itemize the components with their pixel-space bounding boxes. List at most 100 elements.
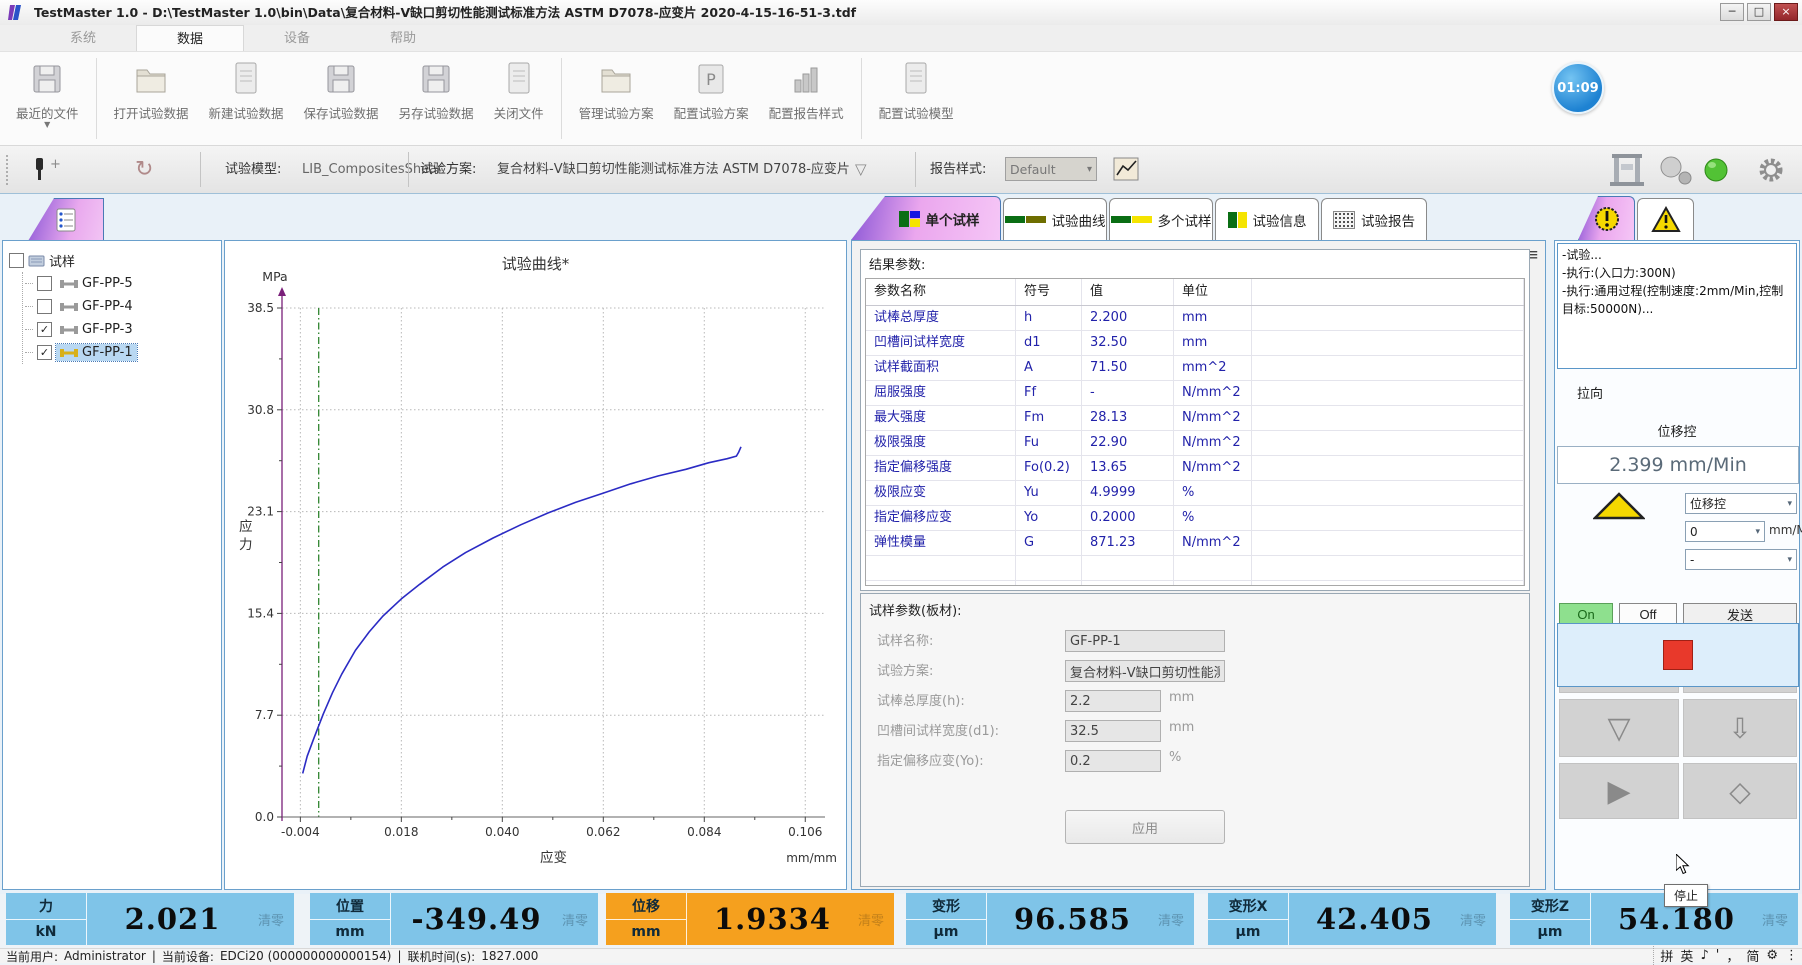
channel-name: 变形Z <box>1510 893 1590 920</box>
ime-settings-icon[interactable]: ⚙ <box>1766 948 1778 963</box>
filter-icon[interactable]: ▽ <box>855 146 867 193</box>
width-field[interactable] <box>1065 720 1161 742</box>
configure-scheme-button[interactable]: 配置试验方案 <box>664 52 759 145</box>
channel-unit: μm <box>906 920 986 946</box>
result-params-table[interactable]: 参数名称 符号 值 单位 试棒总厚度h2.200mm 凹槽间试样宽度d132.5… <box>865 278 1525 586</box>
clear-button[interactable]: 清零 <box>858 893 894 945</box>
close-button[interactable]: × <box>1774 3 1798 21</box>
checkbox[interactable] <box>37 345 52 360</box>
refresh-icon[interactable]: ↻ <box>135 146 153 193</box>
clear-button[interactable]: 清零 <box>258 893 294 945</box>
table-header-row: 参数名称 符号 值 单位 <box>866 279 1524 306</box>
maximize-button[interactable]: □ <box>1747 3 1771 21</box>
open-data-button[interactable]: 打开试验数据 <box>104 52 199 145</box>
settings-gear-icon[interactable] <box>1756 155 1786 185</box>
ime-quote-icon[interactable]: ' <box>1716 948 1720 963</box>
checkbox[interactable] <box>37 322 52 337</box>
tab-label: 单个试样 <box>926 209 980 229</box>
tab-test-curve[interactable]: 试验曲线 <box>1003 198 1107 240</box>
clear-button[interactable]: 清零 <box>1158 893 1194 945</box>
ime-more-icon[interactable]: ⋮ <box>1785 948 1798 963</box>
manage-scheme-button[interactable]: 管理试验方案 <box>569 52 664 145</box>
run-button[interactable]: ▶ <box>1559 763 1679 819</box>
sample-scheme-field[interactable] <box>1065 660 1225 682</box>
table-row[interactable]: 弹性模量G871.23N/mm^2 <box>866 531 1524 556</box>
ime-simplified-icon[interactable]: 简 <box>1746 946 1759 965</box>
stop-tooltip: 停止 <box>1664 884 1708 907</box>
table-row[interactable]: 凹槽间试样宽度d132.50mm <box>866 331 1524 356</box>
tab-test-report[interactable]: 试验报告 <box>1321 198 1427 240</box>
table-row[interactable]: 极限强度Fu22.90N/mm^2 <box>866 431 1524 456</box>
ime-sound-icon[interactable]: ♪ <box>1700 948 1708 963</box>
tab-warnings[interactable] <box>1637 198 1694 240</box>
report-preview-icon[interactable] <box>1112 156 1142 183</box>
menu-data[interactable]: 数据 <box>136 25 244 51</box>
ribbon-separator <box>561 58 562 139</box>
configure-model-button[interactable]: 配置试验模型 <box>869 52 964 145</box>
table-row[interactable]: 试棒总厚度h2.200mm <box>866 306 1524 331</box>
direction-label: 拉向 <box>1577 383 1603 402</box>
menu-system[interactable]: 系统 <box>30 25 136 51</box>
window-controls: ─ □ × <box>1720 3 1798 21</box>
clear-button[interactable]: 清零 <box>562 893 598 945</box>
tree-item-gf-pp-1[interactable]: GF-PP-1 <box>25 341 217 364</box>
thickness-field[interactable] <box>1065 690 1161 712</box>
channel-name: 位移 <box>606 893 686 920</box>
table-row[interactable]: 指定偏移强度Fo(0.2)13.65N/mm^2 <box>866 456 1524 481</box>
connect-sensor-icon[interactable]: + <box>30 156 70 184</box>
clear-button[interactable]: 清零 <box>1762 893 1798 945</box>
ime-pinyin-icon[interactable]: 拼 <box>1660 946 1673 965</box>
close-file-button[interactable]: 关闭文件 <box>484 52 554 145</box>
save-as-button[interactable]: 另存试验数据 <box>389 52 484 145</box>
tree-root-row[interactable]: 试样 <box>9 249 217 272</box>
configure-report-style-label: 配置报告样式 <box>769 103 844 122</box>
jog-fast-down-button[interactable]: ▽ <box>1559 699 1679 757</box>
channel-value: 1.9334 <box>687 893 858 945</box>
ime-english-icon[interactable]: 英 <box>1680 946 1693 965</box>
tree-item-gf-pp-5[interactable]: GF-PP-5 <box>25 272 217 295</box>
recent-files-button[interactable]: 最近的文件 ▼ <box>6 52 89 145</box>
target-value-select[interactable]: 0 ▾ <box>1685 521 1765 542</box>
minimize-button[interactable]: ─ <box>1720 3 1744 21</box>
apply-button[interactable]: 应用 <box>1065 810 1225 844</box>
ime-punct-icon[interactable]: ， <box>1726 946 1739 965</box>
channel-unit: mm <box>310 920 390 946</box>
tab-test-info[interactable]: 试验信息 <box>1215 198 1319 240</box>
tab-multi-specimen[interactable]: 多个试样 <box>1109 198 1213 240</box>
new-data-button[interactable]: 新建试验数据 <box>199 52 294 145</box>
menu-help[interactable]: 帮助 <box>350 25 456 51</box>
menu-device[interactable]: 设备 <box>244 25 350 51</box>
save-as-label: 另存试验数据 <box>399 103 474 122</box>
scheme-value: 复合材料-V缺口剪切性能测试标准方法 ASTM D7078-应变片 <box>497 146 850 193</box>
save-data-button[interactable]: 保存试验数据 <box>294 52 389 145</box>
sample-name-field[interactable] <box>1065 630 1225 652</box>
table-row[interactable]: 指定偏移应变Yo0.2000% <box>866 506 1524 531</box>
table-row[interactable]: 屈服强度Ff-N/mm^2 <box>866 381 1524 406</box>
toolbar-grip-handle[interactable] <box>5 154 9 185</box>
checkbox[interactable] <box>37 276 52 291</box>
test-curve-chart[interactable]: 0.07.715.423.130.838.5-0.0040.0180.0400.… <box>225 241 846 889</box>
jog-down-button[interactable]: ⇩ <box>1683 699 1797 757</box>
aux-select[interactable]: - ▾ <box>1685 549 1797 570</box>
col-value: 值 <box>1082 279 1174 305</box>
result-params-title: 结果参数: <box>861 250 1529 277</box>
clear-button[interactable]: 清零 <box>1460 893 1496 945</box>
machine-frame-icon[interactable] <box>1608 152 1648 188</box>
table-row[interactable]: 试样截面积A71.50mm^2 <box>866 356 1524 381</box>
jog-direction-icon[interactable] <box>1593 491 1645 521</box>
stop-button[interactable] <box>1663 640 1693 670</box>
checkbox[interactable] <box>9 253 24 268</box>
offset-strain-field[interactable] <box>1065 750 1161 772</box>
checkbox[interactable] <box>37 299 52 314</box>
table-row[interactable]: 最大强度Fm28.13N/mm^2 <box>866 406 1524 431</box>
configure-report-style-button[interactable]: 配置报告样式 <box>759 52 854 145</box>
report-style-select[interactable]: Default ▾ <box>1005 157 1097 181</box>
single-specimen-icon <box>899 211 920 227</box>
test-log[interactable]: -试验... -执行:(入口力:300N) -执行:通用过程(控制速度:2mm/… <box>1557 243 1797 369</box>
return-center-button[interactable]: ◇ <box>1683 763 1797 819</box>
result-params-box: 结果参数: 参数名称 符号 值 单位 试棒总厚度h2.200mm 凹槽间试样宽度… <box>860 249 1530 591</box>
tree-item-gf-pp-4[interactable]: GF-PP-4 <box>25 295 217 318</box>
tree-item-gf-pp-3[interactable]: GF-PP-3 <box>25 318 217 341</box>
table-row[interactable]: 极限应变Yu4.9999% <box>866 481 1524 506</box>
control-mode-select[interactable]: 位移控 ▾ <box>1685 493 1797 514</box>
